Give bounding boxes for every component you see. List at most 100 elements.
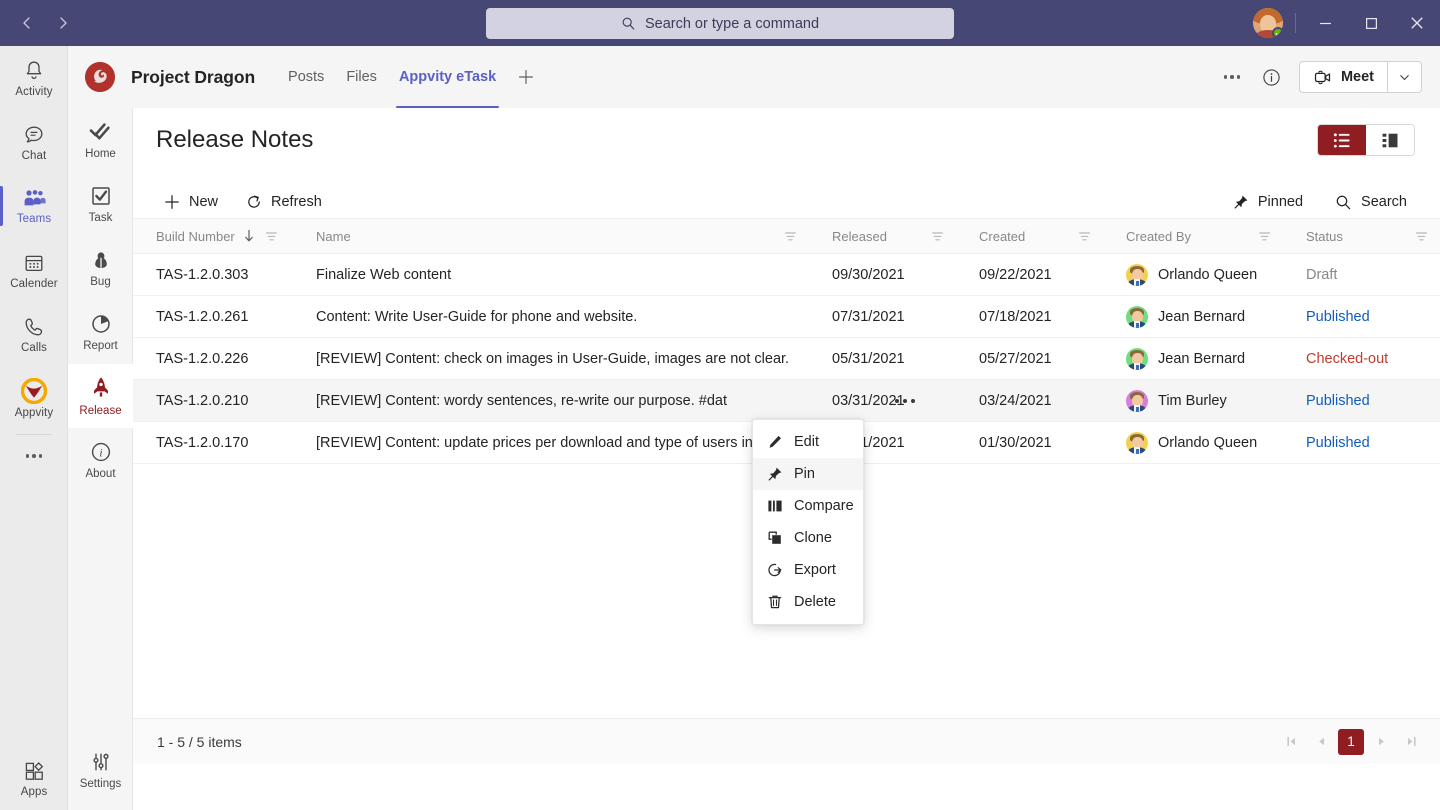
cell-status: Published (1283, 296, 1440, 337)
sidebar-item-bug[interactable]: Bug (68, 236, 133, 300)
list-view-button[interactable] (1318, 125, 1366, 155)
column-header-created[interactable]: Created (956, 219, 1103, 253)
context-menu-item-compare[interactable]: Compare (753, 490, 863, 522)
filter-icon[interactable] (1258, 230, 1271, 243)
sidebar-item-chat[interactable]: Chat (0, 110, 68, 174)
sidebar-item-label: Chat (22, 150, 47, 162)
team-avatar (85, 62, 115, 92)
page-number-1[interactable]: 1 (1338, 729, 1364, 755)
ellipsis-icon (26, 454, 43, 458)
context-menu-item-export[interactable]: Export (753, 554, 863, 586)
filter-icon[interactable] (931, 230, 944, 243)
tab-files[interactable]: Files (335, 46, 388, 108)
sort-ascending-icon[interactable] (243, 229, 255, 243)
board-icon (1381, 132, 1400, 149)
column-label: Created (979, 229, 1025, 244)
search-button[interactable]: Search (1324, 188, 1418, 217)
close-button[interactable] (1394, 0, 1440, 46)
next-page-button[interactable] (1368, 729, 1394, 755)
board-view-button[interactable] (1366, 125, 1414, 155)
sidebar-item-settings[interactable]: Settings (68, 738, 133, 802)
sidebar-item-release[interactable]: Release (68, 364, 133, 428)
table-footer: 1 - 5 / 5 items 1 (133, 718, 1440, 764)
sidebar-item-apps[interactable]: Apps (0, 746, 68, 810)
avatar (1126, 432, 1148, 454)
minimize-button[interactable] (1302, 0, 1348, 46)
tab-appvity-etask[interactable]: Appvity eTask (388, 46, 507, 108)
cell-text: Jean Bernard (1158, 309, 1245, 325)
refresh-icon (246, 194, 262, 210)
sidebar-item-appvity[interactable]: Appvity (0, 366, 68, 430)
last-page-button[interactable] (1398, 729, 1424, 755)
pin-icon (767, 466, 783, 482)
cell-text: TAS-1.2.0.261 (156, 309, 248, 325)
cell-created: 05/27/2021 (956, 338, 1103, 379)
column-header-status[interactable]: Status (1283, 219, 1440, 253)
page-title: Project Dragon (131, 67, 255, 88)
cell-created-by: Jean Bernard (1103, 338, 1283, 379)
rocket-icon (89, 375, 113, 401)
context-menu-item-pin[interactable]: Pin (753, 458, 863, 490)
maximize-button[interactable] (1348, 0, 1394, 46)
clone-icon (767, 530, 783, 546)
filter-icon[interactable] (1415, 230, 1428, 243)
tab-posts[interactable]: Posts (277, 46, 335, 108)
avatar[interactable] (1253, 8, 1283, 38)
app-rail: Activity Chat Teams Calender (0, 46, 68, 810)
cell-text: Jean Bernard (1158, 351, 1245, 367)
cell-created-by: Jean Bernard (1103, 296, 1283, 337)
cell-build-number: TAS-1.2.0.210 (133, 380, 293, 421)
column-label: Released (832, 229, 887, 244)
sidebar-item-about[interactable]: i About (68, 428, 133, 492)
context-menu-label: Clone (794, 530, 832, 546)
sidebar-item-calls[interactable]: Calls (0, 302, 68, 366)
table-row[interactable]: TAS-1.2.0.226 [REVIEW] Content: check on… (133, 338, 1440, 380)
meet-dropdown-button[interactable] (1387, 62, 1421, 92)
filter-icon[interactable] (1078, 230, 1091, 243)
previous-page-button[interactable] (1308, 729, 1334, 755)
sidebar-item-activity[interactable]: Activity (0, 46, 68, 110)
refresh-button[interactable]: Refresh (235, 188, 333, 216)
sidebar-item-home[interactable]: Home (68, 108, 133, 172)
apps-grid-icon (22, 759, 46, 783)
sidebar-item-calender[interactable]: Calender (0, 238, 68, 302)
back-button[interactable] (12, 8, 42, 38)
sidebar-item-task[interactable]: Task (68, 172, 133, 236)
meet-label: Meet (1341, 69, 1374, 85)
sidebar-item-teams[interactable]: Teams (0, 174, 68, 238)
filter-icon[interactable] (784, 230, 797, 243)
meet-button[interactable]: Meet (1300, 62, 1387, 92)
column-header-build-number[interactable]: Build Number (133, 219, 293, 253)
column-header-created-by[interactable]: Created By (1103, 219, 1283, 253)
cell-text: [REVIEW] Content: update prices per down… (316, 435, 800, 451)
more-options-button[interactable] (1219, 64, 1245, 90)
search-box[interactable]: Search or type a command (486, 8, 954, 39)
cell-text: 03/24/2021 (979, 393, 1052, 409)
pinned-button[interactable]: Pinned (1222, 188, 1314, 216)
rail-more-apps-button[interactable] (0, 435, 68, 477)
forward-button[interactable] (48, 8, 78, 38)
column-header-released[interactable]: Released (809, 219, 956, 253)
column-header-name[interactable]: Name (293, 219, 809, 253)
add-tab-button[interactable] (517, 68, 535, 86)
filter-icon[interactable] (265, 230, 278, 243)
cell-build-number: TAS-1.2.0.261 (133, 296, 293, 337)
global-search[interactable]: Search or type a command (486, 8, 954, 39)
sidebar-item-report[interactable]: Report (68, 300, 133, 364)
prev-page-icon (1315, 735, 1328, 748)
sidebar-item-label: Calender (10, 278, 57, 290)
column-label: Name (316, 229, 351, 244)
context-menu-item-edit[interactable]: Edit (753, 426, 863, 458)
pinned-label: Pinned (1258, 194, 1303, 210)
table-row[interactable]: TAS-1.2.0.261 Content: Write User-Guide … (133, 296, 1440, 338)
new-button[interactable]: New (153, 188, 229, 216)
channel-info-button[interactable] (1259, 64, 1285, 90)
appvity-logo-icon (21, 378, 47, 404)
table-row[interactable]: TAS-1.2.0.303 Finalize Web content 09/30… (133, 254, 1440, 296)
context-menu-item-delete[interactable]: Delete (753, 586, 863, 618)
cell-status: Published (1283, 380, 1440, 421)
row-actions-button[interactable] (895, 399, 915, 403)
context-menu-item-clone[interactable]: Clone (753, 522, 863, 554)
first-page-button[interactable] (1278, 729, 1304, 755)
table-row[interactable]: TAS-1.2.0.210 [REVIEW] Content: wordy se… (133, 380, 1440, 422)
